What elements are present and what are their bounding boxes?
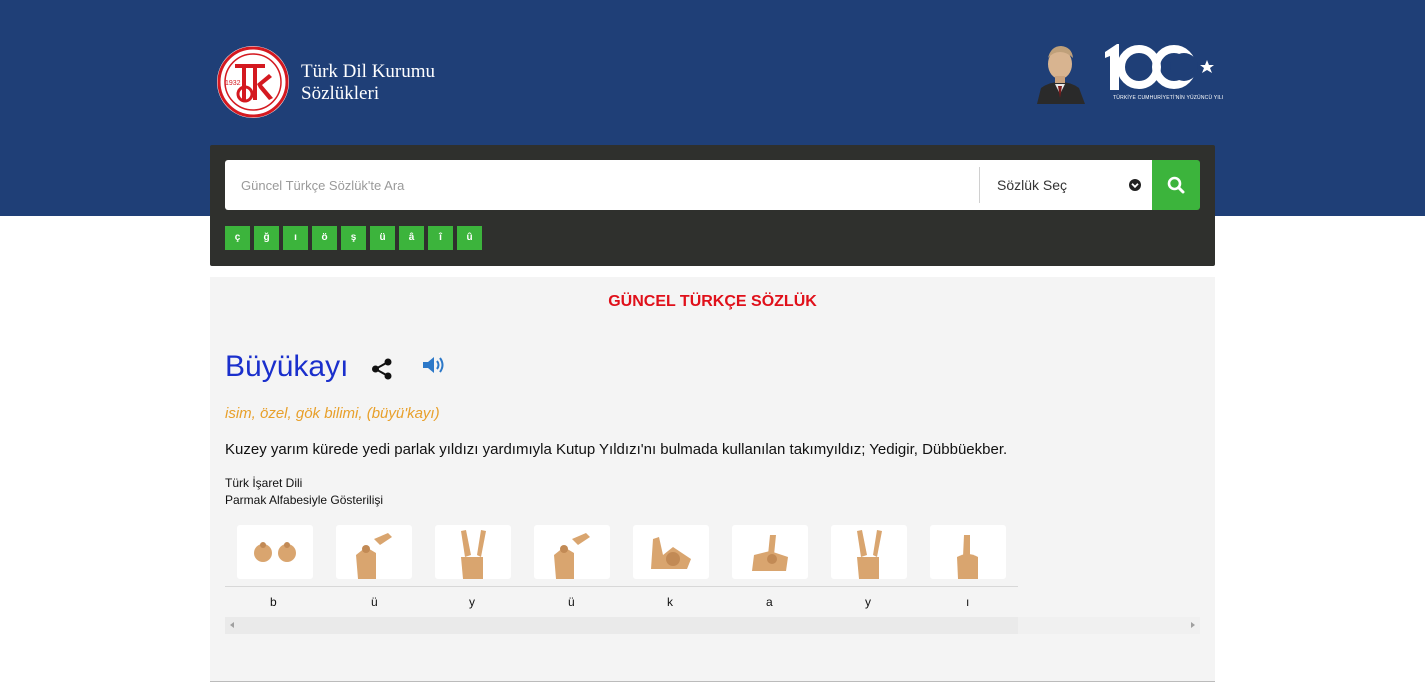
finger-letter-label: ı xyxy=(966,595,970,609)
finger-letter-label: ü xyxy=(568,595,575,609)
chevron-down-icon xyxy=(1129,179,1141,191)
tdk-logo[interactable]: 1932 xyxy=(215,44,291,120)
entry-definition: Kuzey yarım kürede yedi parlak yıldızı y… xyxy=(225,441,1008,458)
finger-letter-label: y xyxy=(865,595,871,609)
hand-sign-y-image xyxy=(434,525,511,579)
letter-button-o-umlaut[interactable]: ö xyxy=(312,226,337,250)
entry-content: GÜNCEL TÜRKÇE SÖZLÜK Büyükayı isim, özel… xyxy=(210,277,1215,682)
finger-alphabet-images xyxy=(225,525,1017,584)
letter-button-s-cedilla[interactable]: ş xyxy=(341,226,366,250)
finger-sign-cell xyxy=(918,525,1017,584)
search-icon xyxy=(1167,176,1185,194)
scrollbar-thumb[interactable] xyxy=(225,617,1018,634)
letter-button-a-circumflex[interactable]: â xyxy=(399,226,424,250)
finger-letter-label: y xyxy=(469,595,475,609)
letter-button-c-cedilla[interactable]: ç xyxy=(225,226,250,250)
share-icon[interactable] xyxy=(371,358,393,380)
finger-sign-cell xyxy=(324,525,423,584)
dictionary-select[interactable]: Sözlük Seç xyxy=(980,160,1152,210)
scroll-right-arrow-icon[interactable] xyxy=(1191,622,1195,628)
sign-language-title-line-1: Türk İşaret Dili xyxy=(225,476,303,490)
hand-sign-dotless-i-image xyxy=(929,525,1006,579)
search-panel: Sözlük Seç ç ğ ı ö ş ü â î û xyxy=(210,145,1215,266)
finger-letter-label: b xyxy=(270,595,277,609)
letter-button-u-umlaut[interactable]: ü xyxy=(370,226,395,250)
finger-sign-cell xyxy=(621,525,720,584)
search-input[interactable] xyxy=(241,160,961,210)
logo-year: 1932 xyxy=(225,80,241,87)
centennial-caption: TÜRKİYE CUMHURİYETİ'NİN YÜZÜNCÜ YILI xyxy=(1113,95,1224,101)
ataturk-portrait-image xyxy=(1037,46,1085,104)
finger-letter-label: a xyxy=(766,595,773,609)
finger-letter-label: k xyxy=(667,595,673,609)
finger-sign-cell xyxy=(225,525,324,584)
letter-button-i-circumflex[interactable]: î xyxy=(428,226,453,250)
hand-sign-k-image xyxy=(632,525,709,579)
hand-sign-b-image xyxy=(236,525,313,579)
brand-title[interactable]: Türk Dil Kurumu Sözlükleri xyxy=(301,61,435,105)
finger-alphabet-scrollbar[interactable] xyxy=(225,617,1200,634)
special-letter-buttons: ç ğ ı ö ş ü â î û xyxy=(225,226,486,250)
entry-grammar-meta: isim, özel, gök bilimi, (büyü'kayı) xyxy=(225,405,440,422)
finger-sign-cell xyxy=(522,525,621,584)
finger-letter-label: ü xyxy=(371,595,378,609)
dictionary-select-label: Sözlük Seç xyxy=(997,177,1068,193)
finger-sign-cell xyxy=(423,525,522,584)
search-box xyxy=(225,160,980,210)
entry-word: Büyükayı xyxy=(225,350,349,383)
finger-sign-cell xyxy=(819,525,918,584)
search-button[interactable] xyxy=(1152,160,1200,210)
brand-line-1: Türk Dil Kurumu xyxy=(301,61,436,82)
finger-sign-cell xyxy=(720,525,819,584)
scroll-left-arrow-icon[interactable] xyxy=(230,622,234,628)
hand-sign-u-umlaut-image xyxy=(335,525,412,579)
sign-language-title: Türk İşaret Dili Parmak Alfabesiyle Göst… xyxy=(225,475,383,509)
hand-sign-u-umlaut-image xyxy=(533,525,610,579)
sign-language-title-line-2: Parmak Alfabesiyle Gösterilişi xyxy=(225,493,384,507)
hand-sign-a-image xyxy=(731,525,808,579)
hand-sign-y-image xyxy=(830,525,907,579)
letter-button-g-breve[interactable]: ğ xyxy=(254,226,279,250)
brand-line-2: Sözlükleri xyxy=(301,83,380,104)
dictionary-title: GÜNCEL TÜRKÇE SÖZLÜK xyxy=(608,293,817,310)
letter-button-dotless-i[interactable]: ı xyxy=(283,226,308,250)
finger-alphabet-divider xyxy=(225,586,1018,587)
letter-button-u-circumflex[interactable]: û xyxy=(457,226,482,250)
speaker-icon[interactable] xyxy=(422,355,448,375)
